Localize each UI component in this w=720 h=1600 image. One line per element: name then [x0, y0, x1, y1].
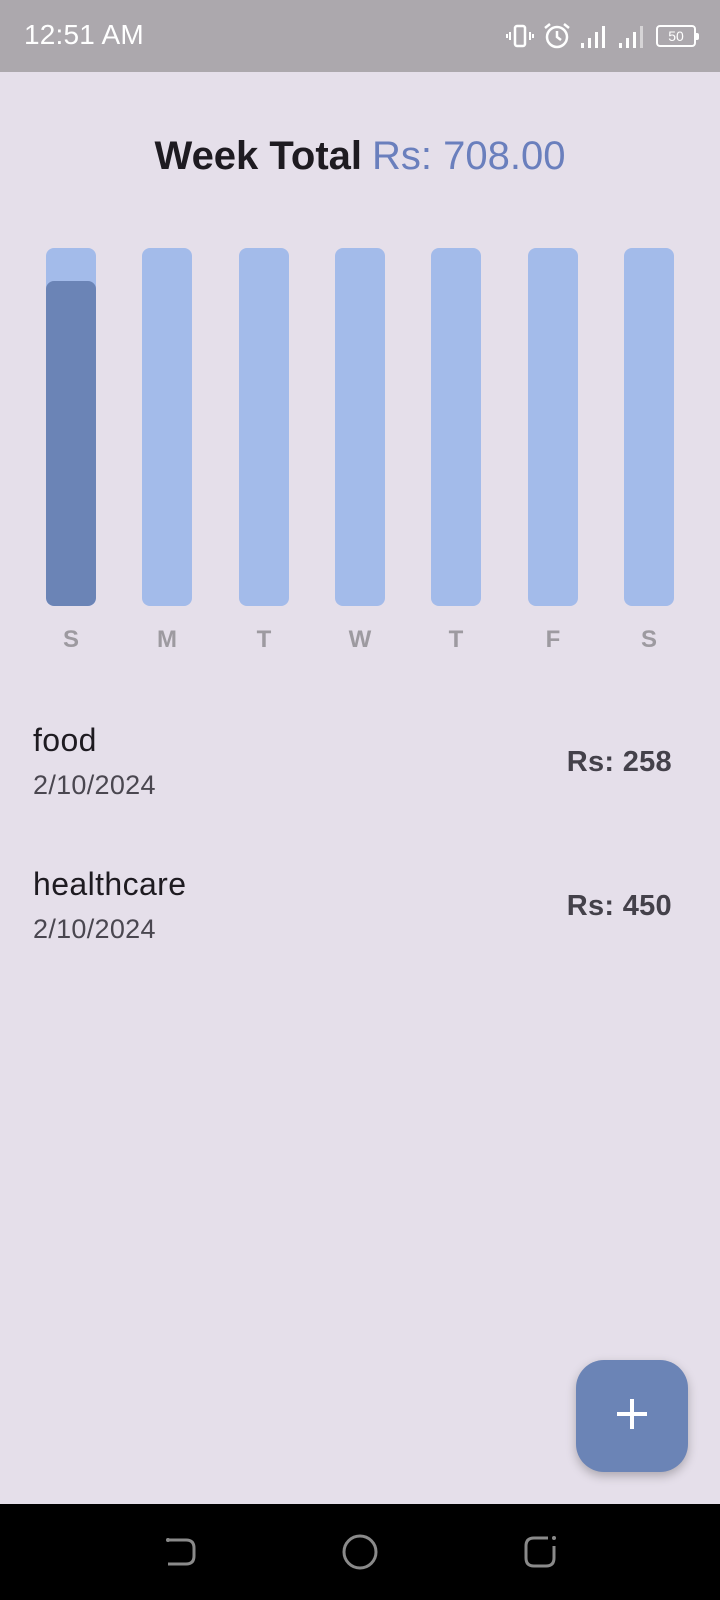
bar-track	[624, 248, 674, 606]
status-bar: 12:51 AM 50	[0, 0, 720, 72]
weekly-bar-chart: SMTWTFS	[0, 248, 720, 658]
bar-column: W	[335, 248, 385, 653]
bar-track	[431, 248, 481, 606]
week-total-label: Week Total	[154, 134, 362, 178]
day-label: M	[157, 626, 177, 653]
bar-column: S	[624, 248, 674, 653]
expense-date: 2/10/2024	[33, 770, 156, 800]
expense-title: healthcare	[33, 866, 187, 902]
bar-track	[528, 248, 578, 606]
day-label: F	[545, 626, 561, 653]
expense-list-item[interactable]: food 2/10/2024 Rs: 258	[0, 700, 720, 844]
bar-column: F	[528, 248, 578, 653]
status-time: 12:51 AM	[24, 19, 144, 50]
expense-title: food	[33, 722, 97, 758]
bar-track	[142, 248, 192, 606]
day-label: T	[448, 626, 464, 653]
expense-date: 2/10/2024	[33, 914, 156, 944]
day-label: S	[62, 626, 79, 653]
signal-icon	[580, 23, 610, 49]
bar-track	[239, 248, 289, 606]
plus-icon	[614, 1396, 650, 1437]
day-label: S	[640, 626, 657, 653]
bar-column: S	[46, 248, 96, 653]
signal-icon	[618, 23, 648, 49]
recents-icon	[520, 1536, 560, 1576]
week-total: Week Total Rs: 708.00	[0, 134, 720, 179]
day-label: T	[256, 626, 272, 653]
screen: 12:51 AM 50 Week Total Rs: 708.00 S M T …	[0, 0, 720, 1600]
day-label: W	[348, 626, 372, 653]
back-button[interactable]	[160, 1532, 200, 1572]
expense-amount: Rs: 258	[566, 746, 672, 778]
expense-list-item[interactable]: healthcare 2/10/2024 Rs: 450	[0, 844, 720, 988]
navigation-bar	[0, 1504, 720, 1600]
back-icon	[160, 1538, 200, 1576]
bar	[46, 281, 96, 606]
week-total-value: Rs: 708.00	[372, 134, 566, 178]
bar-column: T	[239, 248, 289, 653]
vibrate-icon	[506, 22, 534, 50]
recents-button[interactable]	[520, 1532, 560, 1572]
bar-column: M	[142, 248, 192, 653]
expense-list: food 2/10/2024 Rs: 258 healthcare 2/10/2024 R…	[0, 700, 720, 988]
add-expense-button[interactable]	[576, 1360, 688, 1472]
home-button[interactable]	[340, 1532, 380, 1572]
bar-track	[335, 248, 385, 606]
alarm-icon	[542, 21, 572, 51]
bar-track	[46, 248, 96, 606]
status-icons: 50	[506, 20, 699, 52]
home-icon	[340, 1534, 380, 1576]
bar-column: T	[431, 248, 481, 653]
expense-amount: Rs: 450	[566, 890, 672, 922]
battery-icon: 50	[656, 25, 699, 47]
